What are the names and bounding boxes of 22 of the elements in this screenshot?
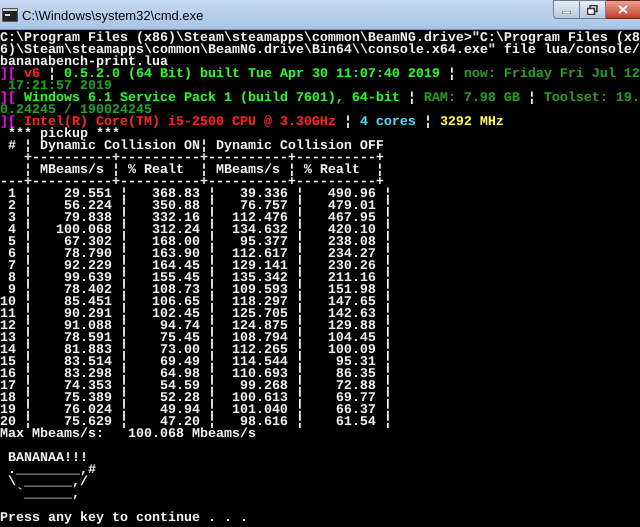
console-line: BANANAA!!! — [6, 453, 88, 465]
minimize-button[interactable] — [553, 0, 580, 19]
maximize-button[interactable] — [580, 0, 606, 19]
minimize-icon — [562, 11, 571, 14]
console-line: ][ v6 ¦ 0.5.2.0 (64 Bit) built Tue Apr 30 11:07:40 2019 ¦ now: Friday Fri Jul 12 — [0, 69, 640, 81]
console-line: ¦ MBeams/s ¦ % Realt ¦ MBeams/s ¦ % Realt ¦ — [24, 165, 384, 177]
terminal-icon — [2, 8, 18, 22]
close-button[interactable] — [606, 0, 640, 19]
window-title: C:\Windows\system32\cmd.exe — [22, 7, 204, 25]
console-line: Press any key to continue . . . — [0, 513, 248, 525]
console-line: ][ Windows 6.1 Service Pack 1 (build 7601), 64-bit ¦ RAM: 7.98 GB ¦ Toolset: 19. — [0, 93, 640, 105]
console-line: \ ______,/ — [6, 477, 88, 489]
console-line: `______, — [14, 489, 80, 501]
close-icon — [618, 5, 628, 14]
console-line: ---+----------+----------+----------+----------+ — [0, 177, 384, 189]
restore-icon — [587, 4, 598, 14]
console-line: *** pickup *** — [8, 129, 120, 141]
console-line: 6)\Steam\steamapps\common\BeamNG.drive\Bin64\\console.x64.exe" file lua/console/ — [0, 45, 640, 57]
console-line: bananabench-print.lua — [0, 57, 168, 69]
console-line: # ¦ Dynamic Collision ON¦ Dynamic Collision OFF — [6, 141, 384, 153]
console-line: Max Mbeams/s: 100.068 Mbeams/s — [0, 429, 256, 441]
console-line: 1 ¦ 29.551 ¦ 368.83 ¦ 39.336 ¦ 490.96 ¦ — [6, 189, 392, 201]
